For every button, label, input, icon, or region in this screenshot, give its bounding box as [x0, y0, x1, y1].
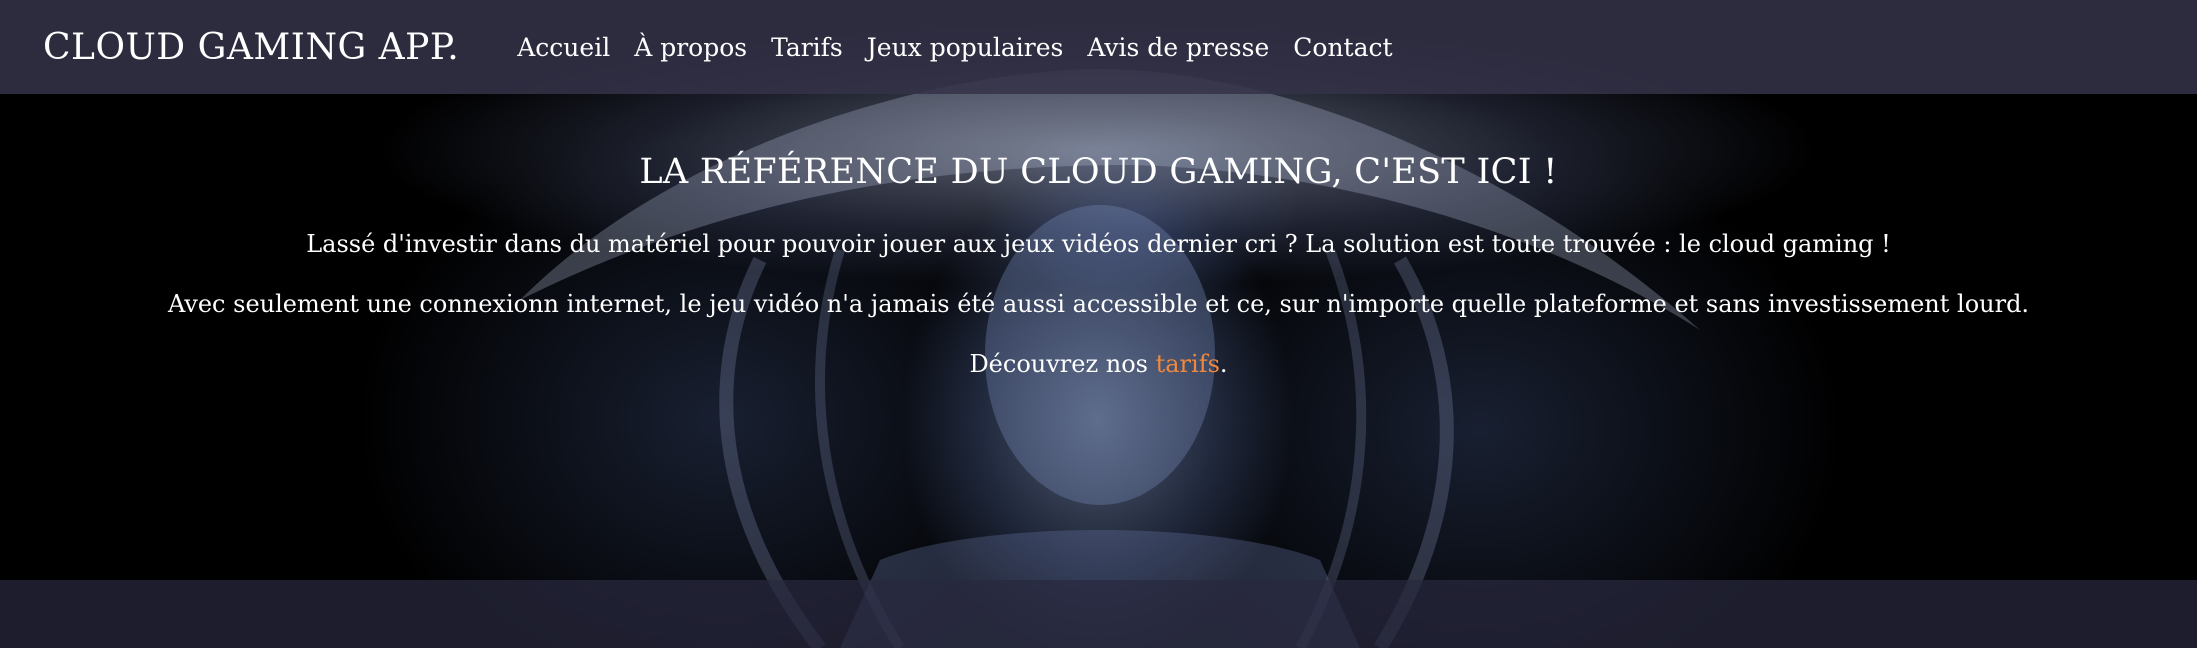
hero-paragraph-accessibility: Avec seulement une connexionn internet, … [167, 290, 2030, 318]
nav-link-tarifs[interactable]: Tarifs [771, 33, 843, 62]
nav-link-contact[interactable]: Contact [1293, 33, 1392, 62]
hero-cta-suffix: . [1219, 350, 1228, 378]
nav-link-accueil[interactable]: Accueil [517, 33, 610, 62]
top-navbar: CLOUD GAMING APP. Accueil À propos Tarif… [0, 0, 2197, 94]
brand-logo-text[interactable]: CLOUD GAMING APP. [43, 27, 459, 68]
hero-title: LA RÉFÉRENCE DU CLOUD GAMING, C'EST ICI … [639, 152, 1558, 192]
nav-link-avis-de-presse[interactable]: Avis de presse [1087, 33, 1269, 62]
hero-section: LA RÉFÉRENCE DU CLOUD GAMING, C'EST ICI … [0, 94, 2197, 580]
hero-cta-prefix: Découvrez nos [969, 350, 1156, 378]
bottom-section-band [0, 580, 2197, 648]
nav-link-jeux-populaires[interactable]: Jeux populaires [867, 33, 1064, 62]
hero-cta-line: Découvrez nos tarifs. [0, 352, 2197, 376]
nav-link-a-propos[interactable]: À propos [634, 33, 747, 62]
hero-paragraph-intro: Lassé d'investir dans du matériel pour p… [306, 230, 1891, 258]
tarifs-link[interactable]: tarifs [1156, 350, 1220, 378]
main-navigation: Accueil À propos Tarifs Jeux populaires … [517, 33, 1416, 62]
